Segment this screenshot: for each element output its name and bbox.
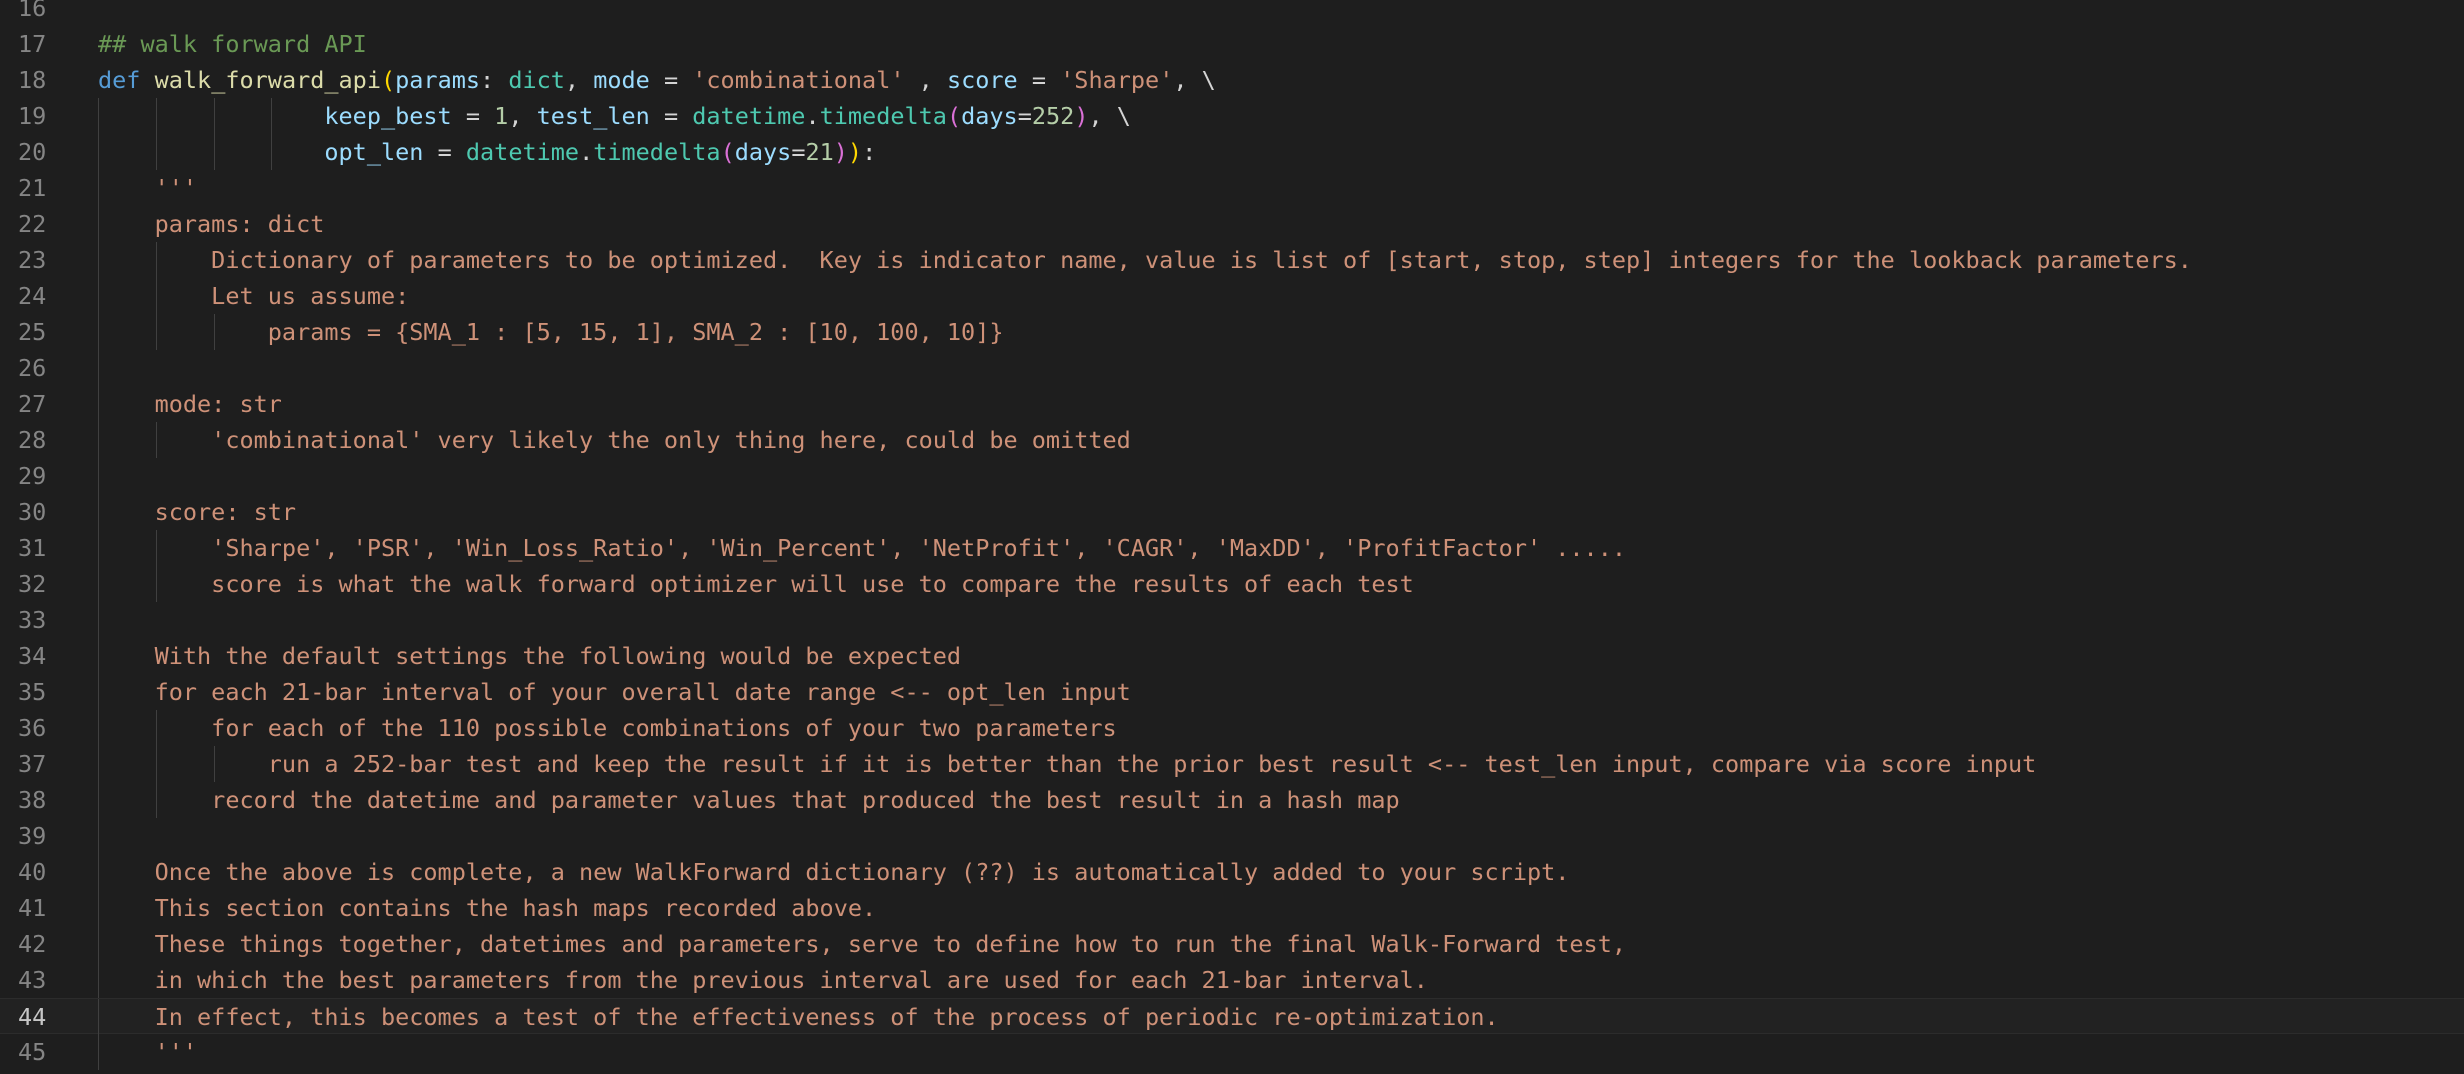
line-number: 37 xyxy=(18,750,47,778)
line-number: 39 xyxy=(18,822,47,850)
line-number: 28 xyxy=(18,426,47,454)
line-number: 45 xyxy=(18,1038,47,1066)
code-text: 'combinational' very likely the only thi… xyxy=(98,426,1131,454)
line-number: 34 xyxy=(18,642,47,670)
code-text: score is what the walk forward optimizer… xyxy=(98,570,1414,598)
code-line[interactable]: 46 xyxy=(0,1070,2464,1074)
line-number: 23 xyxy=(18,246,47,274)
code-line[interactable]: 34 With the default settings the followi… xyxy=(0,638,2464,674)
code-editor[interactable]: 16 17 ## walk forward API 18 def walk_forwar… xyxy=(0,0,2464,1074)
code-text: ## walk forward API xyxy=(98,30,367,58)
code-text: run a 252-bar test and keep the result i… xyxy=(98,750,2037,778)
line-number: 30 xyxy=(18,498,47,526)
code-text: for each 21-bar interval of your overall… xyxy=(98,678,1131,706)
line-number: 18 xyxy=(18,66,47,94)
code-line[interactable]: 43 in which the best parameters from the… xyxy=(0,962,2464,998)
line-number: 31 xyxy=(18,534,47,562)
code-line[interactable]: 28 'combinational' very likely the only … xyxy=(0,422,2464,458)
code-line[interactable]: 37 run a 252-bar test and keep the resul… xyxy=(0,746,2464,782)
line-number: 38 xyxy=(18,786,47,814)
code-text: params = {SMA_1 : [5, 15, 1], SMA_2 : [1… xyxy=(98,318,1004,346)
code-line[interactable]: 27 mode: str xyxy=(0,386,2464,422)
code-line[interactable]: 20 opt_len = datetime.timedelta(days=21)… xyxy=(0,134,2464,170)
code-text: With the default settings the following … xyxy=(98,642,962,670)
code-line[interactable]: 24 Let us assume: xyxy=(0,278,2464,314)
code-text: def walk_forward_api(params: dict, mode … xyxy=(98,66,1216,94)
code-text: In effect, this becomes a test of the ef… xyxy=(98,1003,1499,1031)
code-text: ''' xyxy=(98,174,198,202)
code-text: in which the best parameters from the pr… xyxy=(98,966,1428,994)
line-number: 36 xyxy=(18,714,47,742)
code-line[interactable]: 17 ## walk forward API xyxy=(0,26,2464,62)
code-line[interactable]: 18 def walk_forward_api(params: dict, mod… xyxy=(0,62,2464,98)
code-line[interactable]: 45 ''' xyxy=(0,1034,2464,1070)
code-text: opt_len = datetime.timedelta(days=21)): xyxy=(324,138,877,166)
indent-guide xyxy=(98,818,99,854)
code-text: record the datetime and parameter values… xyxy=(98,786,1400,814)
line-number: 21 xyxy=(18,174,47,202)
code-text: These things together, datetimes and par… xyxy=(98,930,1627,958)
code-line[interactable]: 29 xyxy=(0,458,2464,494)
code-line[interactable]: 42 These things together, datetimes and … xyxy=(0,926,2464,962)
code-line[interactable]: 23 Dictionary of parameters to be optimi… xyxy=(0,242,2464,278)
code-line[interactable]: 32 score is what the walk forward optimi… xyxy=(0,566,2464,602)
code-line[interactable]: 38 record the datetime and parameter val… xyxy=(0,782,2464,818)
code-line[interactable]: 16 xyxy=(0,0,2464,26)
code-line[interactable]: 35 for each 21-bar interval of your over… xyxy=(0,674,2464,710)
code-line[interactable]: 21 ''' xyxy=(0,170,2464,206)
line-number: 19 xyxy=(18,102,47,130)
line-number: 24 xyxy=(18,282,47,310)
code-line[interactable]: 19 keep_best = 1, test_len = datetime.ti… xyxy=(0,98,2464,134)
line-number: 27 xyxy=(18,390,47,418)
indent-guide xyxy=(98,602,99,638)
line-number: 35 xyxy=(18,678,47,706)
code-line[interactable]: 44 In effect, this becomes a test of the… xyxy=(0,998,2464,1035)
line-number: 33 xyxy=(18,606,47,634)
code-line[interactable]: 36 for each of the 110 possible combinat… xyxy=(0,710,2464,746)
line-number: 40 xyxy=(18,858,47,886)
line-number: 26 xyxy=(18,354,47,382)
code-text: keep_best = 1, test_len = datetime.timed… xyxy=(324,102,1131,130)
line-number: 22 xyxy=(18,210,47,238)
code-text: for each of the 110 possible combination… xyxy=(98,714,1117,742)
line-number: 16 xyxy=(18,0,47,22)
code-text: score: str xyxy=(98,498,297,526)
line-number: 43 xyxy=(18,966,47,994)
line-number: 41 xyxy=(18,894,47,922)
line-number: 32 xyxy=(18,570,47,598)
code-text: Once the above is complete, a new WalkFo… xyxy=(98,858,1570,886)
line-number: 46 xyxy=(0,1070,70,1074)
line-number: 25 xyxy=(18,318,47,346)
code-text: params: dict xyxy=(98,210,325,238)
line-number: 20 xyxy=(18,138,47,166)
code-text: Let us assume: xyxy=(98,282,410,310)
code-line[interactable]: 26 xyxy=(0,350,2464,386)
code-line[interactable]: 39 xyxy=(0,818,2464,854)
code-line[interactable]: 31 'Sharpe', 'PSR', 'Win_Loss_Ratio', 'W… xyxy=(0,530,2464,566)
code-line[interactable]: 33 xyxy=(0,602,2464,638)
line-number: 17 xyxy=(18,30,47,58)
line-number: 29 xyxy=(18,462,47,490)
line-number: 42 xyxy=(18,930,47,958)
code-line[interactable]: 41 This section contains the hash maps r… xyxy=(0,890,2464,926)
line-number: 44 xyxy=(18,1003,47,1031)
code-text: 'Sharpe', 'PSR', 'Win_Loss_Ratio', 'Win_… xyxy=(98,534,1627,562)
code-line[interactable]: 25 params = {SMA_1 : [5, 15, 1], SMA_2 :… xyxy=(0,314,2464,350)
indent-guide xyxy=(98,350,99,386)
code-text: ''' xyxy=(98,1038,198,1066)
code-line[interactable]: 40 Once the above is complete, a new Wal… xyxy=(0,854,2464,890)
code-line[interactable]: 22 params: dict xyxy=(0,206,2464,242)
code-text: Dictionary of parameters to be optimized… xyxy=(98,246,2192,274)
code-line[interactable]: 30 score: str xyxy=(0,494,2464,530)
code-text: This section contains the hash maps reco… xyxy=(98,894,877,922)
code-text: mode: str xyxy=(98,390,282,418)
indent-guide xyxy=(98,458,99,494)
